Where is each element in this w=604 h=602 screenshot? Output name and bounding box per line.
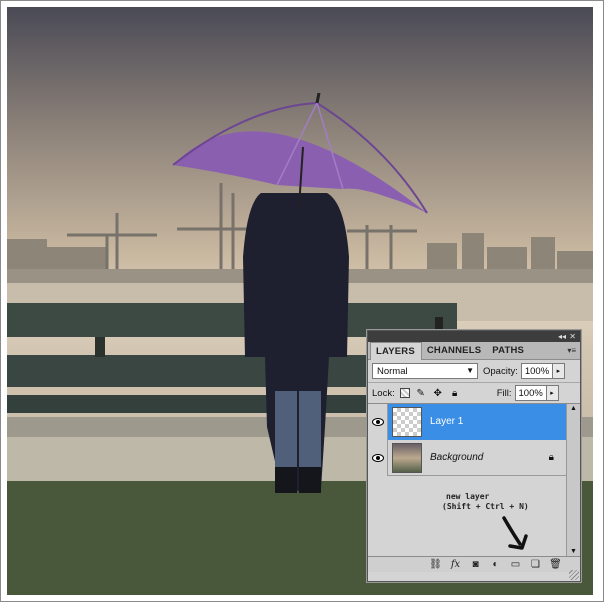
trash-icon[interactable]: 🗑︎ bbox=[549, 559, 562, 570]
close-icon[interactable]: ✕ bbox=[569, 332, 576, 341]
chevron-down-icon: ▼ bbox=[466, 366, 474, 375]
lock-row: Lock: ✎ ✥ 🔒︎ Fill: 100% ▸ bbox=[368, 382, 580, 404]
layer-row-background[interactable]: Background 🔒︎ bbox=[368, 439, 566, 476]
screenshot-frame: ◂◂ ✕ LAYERS CHANNELS PATHS ▾≡ Normal ▼ O… bbox=[0, 0, 604, 602]
collapse-icon[interactable]: ◂◂ bbox=[558, 332, 566, 341]
eye-icon[interactable] bbox=[368, 439, 388, 476]
layer-name[interactable]: Background bbox=[430, 452, 483, 463]
layers-list: Layer 1 Background 🔒︎ new layer (Shift +… bbox=[368, 403, 580, 556]
lock-transparent-icon[interactable] bbox=[399, 388, 410, 398]
layers-scrollbar[interactable]: ▲ ▼ bbox=[566, 404, 580, 556]
layer-name[interactable]: Layer 1 bbox=[430, 416, 463, 427]
opacity-input[interactable]: 100% bbox=[520, 363, 553, 379]
opacity-label: Opacity: bbox=[483, 365, 518, 377]
layer-thumbnail bbox=[392, 406, 422, 437]
folder-icon[interactable]: ▭ bbox=[509, 559, 522, 570]
annotation-line-2: (Shift + Ctrl + N) bbox=[442, 502, 529, 511]
scroll-down-icon[interactable]: ▼ bbox=[570, 548, 577, 555]
lock-all-icon[interactable]: 🔒︎ bbox=[449, 387, 461, 399]
lock-icon: 🔒︎ bbox=[548, 452, 554, 463]
adjustment-icon[interactable]: ◐ bbox=[489, 559, 502, 570]
panel-tabs: LAYERS CHANNELS PATHS ▾≡ bbox=[368, 342, 580, 360]
link-icon[interactable]: ⛓ bbox=[429, 559, 442, 570]
annotation-arrow-icon bbox=[502, 516, 528, 550]
annotation-note: new layer (Shift + Ctrl + N) bbox=[442, 492, 529, 512]
tab-paths[interactable]: PATHS bbox=[487, 342, 530, 359]
fill-label: Fill: bbox=[496, 387, 512, 399]
annotation-line-1: new layer bbox=[446, 492, 490, 501]
eye-icon[interactable] bbox=[368, 403, 388, 440]
lock-image-icon[interactable]: ✎ bbox=[415, 387, 427, 399]
blend-row: Normal ▼ Opacity: 100% ▸ bbox=[368, 360, 580, 382]
blend-mode-select[interactable]: Normal ▼ bbox=[372, 363, 478, 379]
fill-input[interactable]: 100% bbox=[514, 385, 547, 401]
resize-grip-icon[interactable] bbox=[569, 570, 579, 580]
panel-titlebar[interactable]: ◂◂ ✕ bbox=[368, 331, 580, 342]
scroll-up-icon[interactable]: ▲ bbox=[570, 405, 577, 412]
layer-row-layer-1[interactable]: Layer 1 bbox=[368, 403, 566, 440]
lock-label: Lock: bbox=[372, 387, 395, 399]
layer-thumbnail bbox=[392, 442, 422, 473]
fill-slider-button[interactable]: ▸ bbox=[546, 385, 559, 401]
mask-icon[interactable]: ◙ bbox=[469, 559, 482, 570]
blend-mode-value: Normal bbox=[377, 365, 408, 377]
lock-position-icon[interactable]: ✥ bbox=[432, 387, 444, 399]
tab-layers[interactable]: LAYERS bbox=[370, 342, 422, 360]
layers-panel: ◂◂ ✕ LAYERS CHANNELS PATHS ▾≡ Normal ▼ O… bbox=[367, 330, 581, 582]
tab-channels[interactable]: CHANNELS bbox=[422, 342, 487, 359]
panel-bottom-bar: ⛓ fx ◙ ◐ ▭ ❏ 🗑︎ bbox=[368, 556, 580, 572]
opacity-slider-button[interactable]: ▸ bbox=[552, 363, 565, 379]
fx-icon[interactable]: fx bbox=[449, 559, 462, 570]
new-layer-icon[interactable]: ❏ bbox=[529, 559, 542, 570]
panel-menu-icon[interactable]: ▾≡ bbox=[567, 346, 576, 355]
